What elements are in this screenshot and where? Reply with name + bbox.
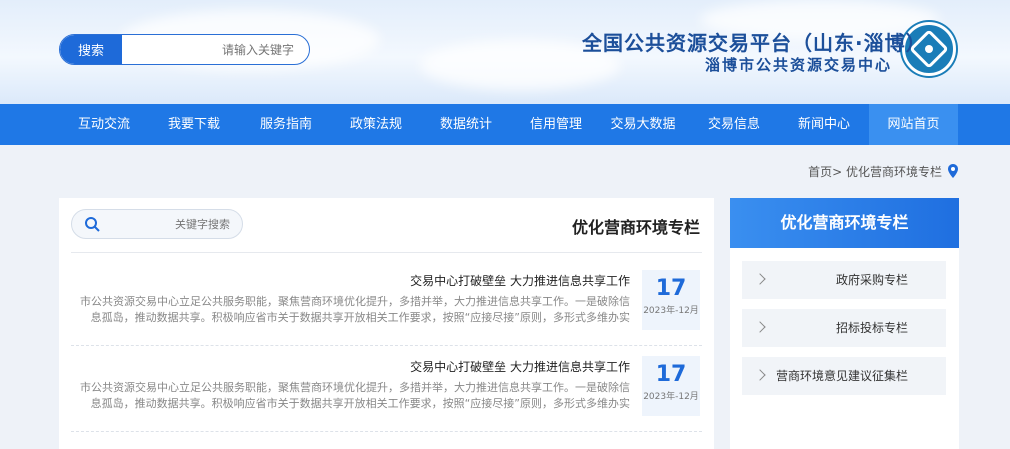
news-item[interactable]: 17 2023年-12月 交易中心打破壁垒 大力推进信息共享工作 市公共资源交易… bbox=[71, 262, 702, 346]
news-day: 17 bbox=[655, 362, 687, 387]
news-year-month: 2023年-12月 bbox=[643, 306, 699, 316]
keyword-search bbox=[71, 209, 243, 239]
site-header: 全国公共资源交易平台（山东·淄博） 淄博市公共资源交易中心 搜索 bbox=[0, 0, 1010, 104]
sidebar-item-label: 招标投标专栏 bbox=[835, 321, 908, 335]
nav-item-news[interactable]: 新闻中心 bbox=[786, 104, 862, 145]
sidebar-item-procurement[interactable]: 政府采购专栏 bbox=[742, 261, 946, 299]
sidebar-item-feedback[interactable]: 营商环境意见建议征集栏 bbox=[742, 357, 946, 395]
news-day: 17 bbox=[655, 276, 687, 301]
sidebar-title: 优化营商环境专栏 bbox=[730, 198, 959, 248]
nav-item-statistics[interactable]: 数据统计 bbox=[428, 104, 504, 145]
site-title: 全国公共资源交易平台（山东·淄博） bbox=[582, 31, 927, 55]
nav-item-credit[interactable]: 信用管理 bbox=[518, 104, 594, 145]
chevron-left-icon bbox=[754, 369, 766, 381]
keyword-search-input[interactable] bbox=[112, 210, 240, 238]
header-search: 搜索 bbox=[59, 34, 310, 65]
nav-item-policy[interactable]: 政策法规 bbox=[338, 104, 414, 145]
search-input[interactable] bbox=[124, 35, 308, 64]
news-title[interactable]: 交易中心打破壁垒 大力推进信息共享工作 bbox=[410, 358, 630, 375]
main-nav: 网站首页 新闻中心 交易信息 交易大数据 信用管理 数据统计 政策法规 服务指南… bbox=[0, 104, 1010, 145]
news-summary: 市公共资源交易中心立足公共服务职能，聚焦营商环境优化提升，多措并举，大力推进信息… bbox=[80, 295, 630, 324]
news-title[interactable]: 交易中心打破壁垒 大力推进信息共享工作 bbox=[410, 272, 630, 289]
news-date: 17 2023年-12月 bbox=[642, 270, 700, 330]
search-icon[interactable] bbox=[84, 216, 100, 232]
nav-item-big-data[interactable]: 交易大数据 bbox=[598, 104, 688, 145]
chevron-left-icon bbox=[754, 273, 766, 285]
location-pin-icon bbox=[948, 164, 958, 178]
nav-item-home[interactable]: 网站首页 bbox=[869, 104, 958, 145]
breadcrumb[interactable]: 首页> 优化营商环境专栏 bbox=[742, 163, 942, 181]
chevron-left-icon bbox=[754, 321, 766, 333]
news-date: 17 2023年-12月 bbox=[642, 356, 700, 416]
site-subtitle: 淄博市公共资源交易中心 bbox=[704, 56, 892, 74]
news-item[interactable]: 17 2023年-12月 交易中心打破壁垒 大力推进信息共享工作 市公共资源交易… bbox=[71, 348, 702, 432]
nav-item-trade-info[interactable]: 交易信息 bbox=[696, 104, 772, 145]
main-panel: 优化营商环境专栏 17 2023年-12月 交易中心打破壁垒 大力推进信息共享工… bbox=[59, 198, 714, 449]
sidebar: 政府采购专栏 招标投标专栏 营商环境意见建议征集栏 bbox=[730, 248, 959, 449]
sidebar-item-label: 营商环境意见建议征集栏 bbox=[775, 369, 908, 383]
sidebar-item-bidding[interactable]: 招标投标专栏 bbox=[742, 309, 946, 347]
title-divider bbox=[71, 252, 702, 253]
page-title: 优化营商环境专栏 bbox=[571, 218, 700, 237]
nav-item-guide[interactable]: 服务指南 bbox=[248, 104, 324, 145]
search-button[interactable]: 搜索 bbox=[60, 35, 122, 64]
sidebar-item-label: 政府采购专栏 bbox=[835, 273, 908, 287]
nav-item-interaction[interactable]: 互动交流 bbox=[66, 104, 142, 145]
nav-item-download[interactable]: 我要下载 bbox=[156, 104, 232, 145]
news-year-month: 2023年-12月 bbox=[643, 392, 699, 402]
news-summary: 市公共资源交易中心立足公共服务职能，聚焦营商环境优化提升，多措并举，大力推进信息… bbox=[80, 381, 630, 410]
